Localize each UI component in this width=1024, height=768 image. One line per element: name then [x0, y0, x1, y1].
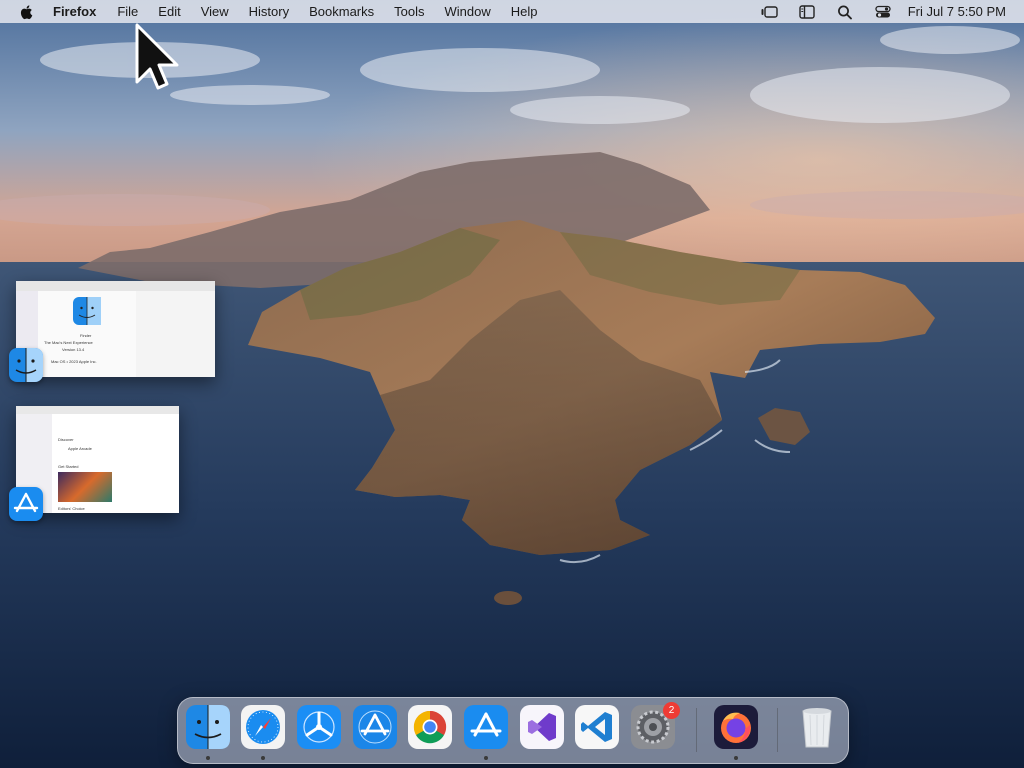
sidebar-toggle-icon[interactable] — [798, 4, 816, 20]
dock-finder[interactable] — [186, 705, 230, 749]
menu-edit[interactable]: Edit — [148, 0, 190, 23]
stage-appstore-icon — [9, 487, 43, 521]
about-version: Version 13.4 — [62, 347, 85, 352]
stage-finder-icon — [9, 348, 43, 382]
window-titlebar — [16, 281, 215, 291]
dock-trash[interactable] — [795, 705, 839, 749]
store-item: Apple Arcade — [68, 446, 92, 451]
dock-separator — [696, 708, 697, 752]
about-title: Finder — [80, 333, 92, 338]
about-copyright: Mac OS • 2023 Apple Inc. — [51, 359, 97, 364]
window-titlebar — [16, 406, 179, 414]
stage-finder-window[interactable]: Finder The Mac's Next Experience Version… — [16, 281, 215, 377]
store-section-heading-2: Get Started — [58, 464, 79, 469]
notification-badge: 2 — [663, 702, 680, 719]
apple-menu-icon[interactable] — [18, 3, 36, 21]
dock-instruments[interactable] — [353, 705, 397, 749]
mouse-cursor-icon — [134, 22, 180, 92]
spotlight-search-icon[interactable] — [836, 4, 854, 20]
dock-testflight[interactable] — [297, 705, 341, 749]
dock: 2 — [177, 697, 849, 764]
menu-view[interactable]: View — [191, 0, 239, 23]
control-center-icon[interactable] — [874, 4, 892, 20]
dock-visual-studio[interactable] — [520, 705, 564, 749]
menu-app-name[interactable]: Firefox — [53, 0, 107, 23]
store-caption: Editors' Choice — [58, 506, 85, 511]
dock-app-store[interactable] — [464, 705, 508, 749]
menu-window[interactable]: Window — [435, 0, 501, 23]
dock-firefox[interactable] — [714, 705, 758, 749]
menu-clock[interactable]: Fri Jul 7 5:50 PM — [908, 4, 1006, 19]
dock-separator-trash — [777, 708, 778, 752]
menu-bookmarks[interactable]: Bookmarks — [299, 0, 384, 23]
dock-firefox-running — [734, 756, 738, 760]
menu-help[interactable]: Help — [501, 0, 548, 23]
menu-history[interactable]: History — [239, 0, 299, 23]
menu-bar: Firefox File Edit View History Bookmarks… — [0, 0, 1024, 23]
dock-chrome[interactable] — [408, 705, 452, 749]
dock-app-store-running — [484, 756, 488, 760]
dock-safari[interactable] — [241, 705, 285, 749]
menu-tools[interactable]: Tools — [384, 0, 434, 23]
dock-system-settings[interactable]: 2 — [631, 702, 680, 749]
menu-file[interactable]: File — [107, 0, 148, 23]
dock-safari-running — [261, 756, 265, 760]
menu-extras: Fri Jul 7 5:50 PM — [750, 0, 1024, 23]
stage-manager-icon[interactable] — [760, 4, 778, 20]
desktop-wallpaper — [0, 0, 1024, 768]
store-section-heading: Discover — [58, 437, 74, 442]
featured-artwork — [58, 472, 112, 502]
about-subtitle: The Mac's Next Experience — [44, 340, 93, 345]
dock-finder-running — [206, 756, 210, 760]
dock-vscode[interactable] — [575, 705, 619, 749]
